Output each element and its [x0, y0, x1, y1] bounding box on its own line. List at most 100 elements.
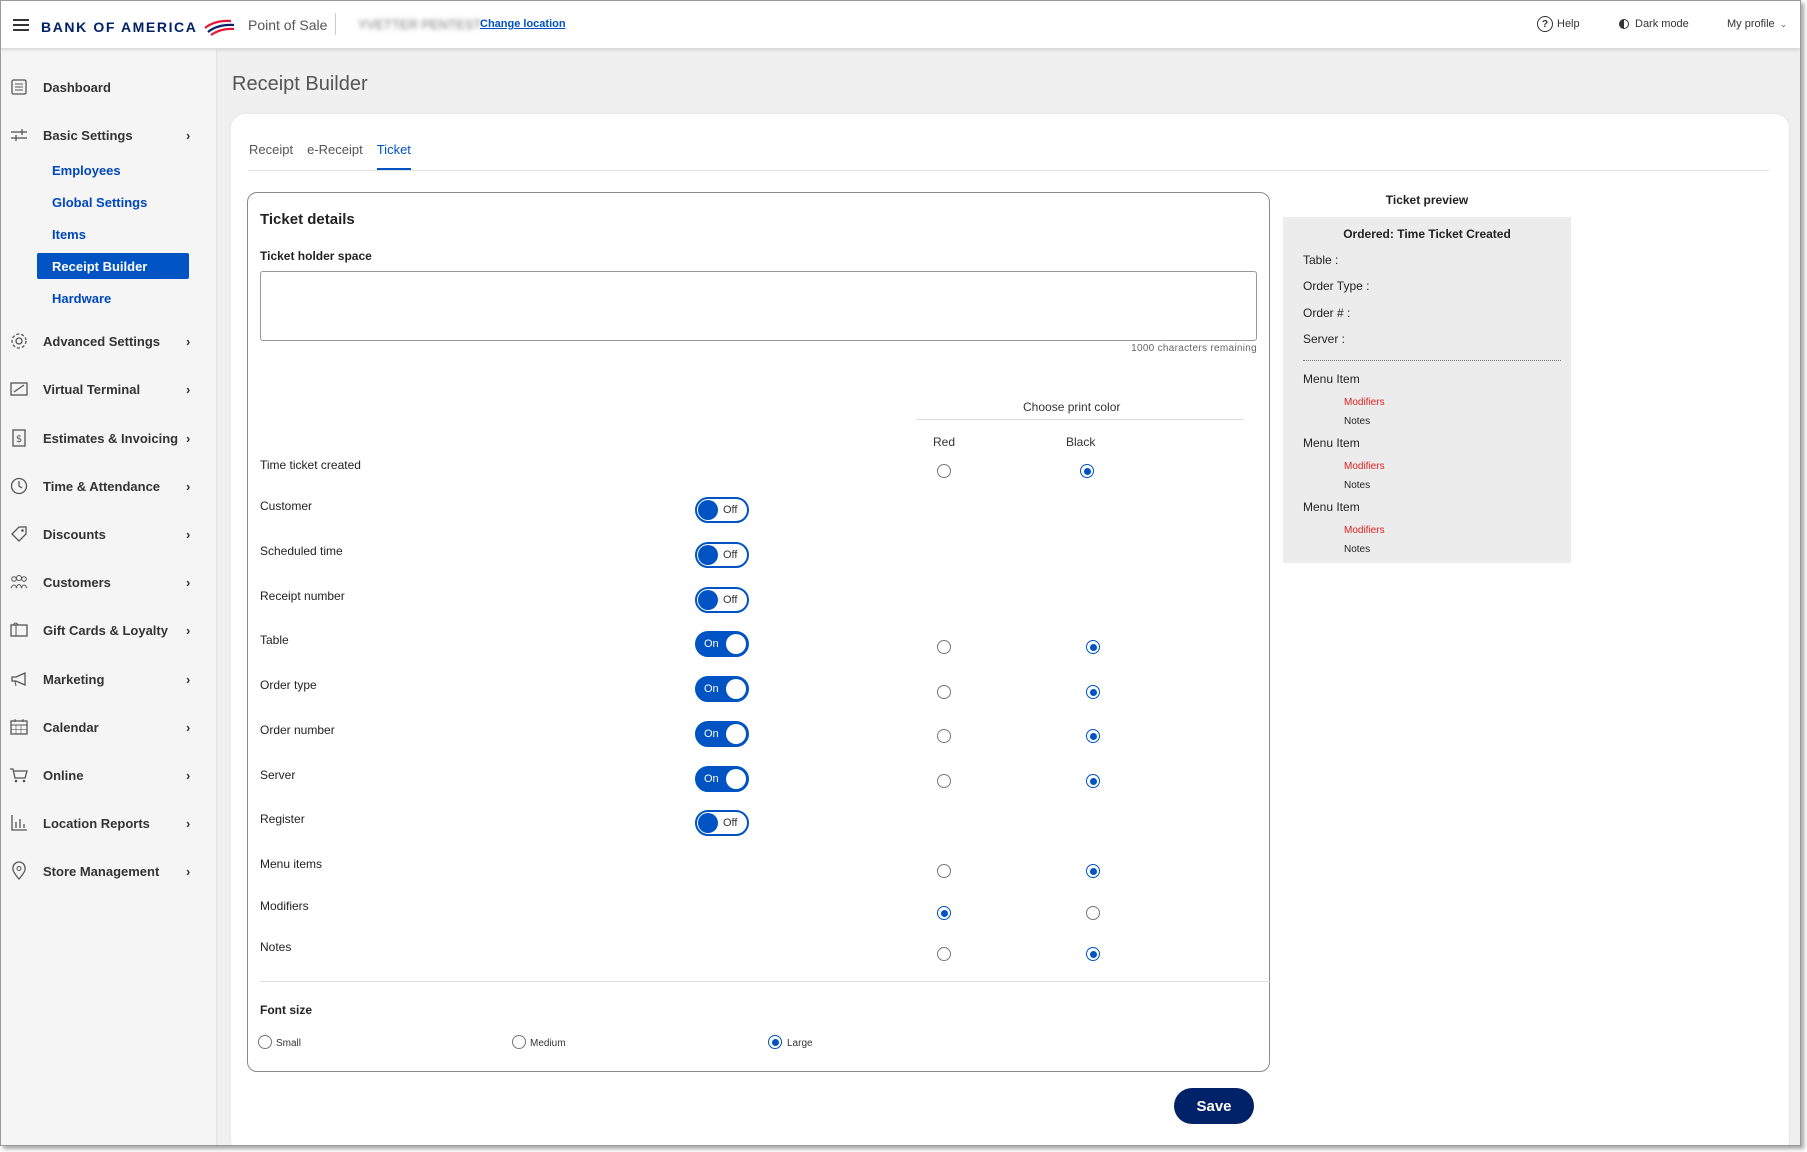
profile-menu[interactable]: My profile ⌄ — [1727, 18, 1787, 30]
tab-bar: Receipt e-Receipt Ticket — [249, 142, 425, 170]
radio-order-number-red[interactable] — [937, 729, 951, 743]
help-button[interactable]: ? Help — [1537, 16, 1580, 32]
sidebar-label: Online — [43, 767, 84, 783]
radio-order-number-black[interactable] — [1086, 729, 1100, 743]
dark-mode-toggle[interactable]: Dark mode — [1619, 18, 1689, 30]
toggle-order-type[interactable]: On — [695, 676, 749, 702]
radio-menu-items-black[interactable] — [1086, 864, 1100, 878]
row-label-modifiers: Modifiers — [260, 899, 309, 913]
sidebar-item-customers[interactable]: Customers › — [1, 564, 217, 600]
radio-font-small[interactable] — [258, 1035, 272, 1049]
font-size-medium-label: Medium — [530, 1038, 566, 1049]
preview-notes: Notes — [1344, 480, 1371, 491]
row-label-server: Server — [260, 768, 296, 782]
sidebar-item-dashboard[interactable]: Dashboard — [1, 69, 217, 105]
chevron-right-icon: › — [186, 333, 191, 349]
row-label-time-ticket-created: Time ticket created — [260, 458, 361, 472]
sidebar-item-virtual-terminal[interactable]: Virtual Terminal › — [1, 371, 217, 407]
sidebar-item-marketing[interactable]: Marketing › — [1, 661, 217, 697]
preview-field-order-number: Order # : — [1303, 306, 1351, 320]
radio-notes-black[interactable] — [1086, 947, 1100, 961]
save-button[interactable]: Save — [1174, 1088, 1254, 1124]
radio-font-medium[interactable] — [512, 1035, 526, 1049]
hamburger-menu-icon[interactable] — [13, 19, 29, 31]
sidebar-item-time-attendance[interactable]: Time & Attendance › — [1, 468, 217, 504]
sidebar-item-store-management[interactable]: Store Management › — [1, 853, 217, 889]
radio-time-ticket-black[interactable] — [1080, 464, 1094, 478]
people-icon — [9, 572, 29, 592]
change-location-link[interactable]: Change location — [480, 18, 566, 30]
radio-modifiers-black[interactable] — [1086, 906, 1100, 920]
clock-icon — [9, 476, 29, 496]
preview-menu-item: Menu Item — [1303, 372, 1360, 386]
tab-e-receipt[interactable]: e-Receipt — [307, 142, 363, 170]
radio-table-black[interactable] — [1086, 640, 1100, 654]
sidebar-item-discounts[interactable]: Discounts › — [1, 516, 217, 552]
help-icon: ? — [1537, 16, 1553, 32]
sidebar-item-location-reports[interactable]: Location Reports › — [1, 805, 217, 841]
sidebar-item-basic-settings[interactable]: Basic Settings › — [1, 117, 217, 153]
radio-time-ticket-red[interactable] — [937, 464, 951, 478]
radio-modifiers-red[interactable] — [937, 906, 951, 920]
dashboard-icon — [9, 77, 29, 97]
preview-field-order-type: Order Type : — [1303, 279, 1370, 293]
radio-notes-red[interactable] — [937, 947, 951, 961]
chevron-right-icon: › — [186, 526, 191, 542]
radio-server-red[interactable] — [937, 774, 951, 788]
preview-header: Ordered: Time Ticket Created — [1343, 227, 1511, 241]
toggle-receipt-number[interactable]: Off — [695, 587, 749, 613]
font-size-small-label: Small — [276, 1038, 302, 1049]
chars-remaining: 1000 characters remaining — [1131, 343, 1257, 354]
toggle-state: On — [704, 638, 719, 650]
sidebar-sub-items[interactable]: Items — [37, 221, 189, 247]
toggle-register[interactable]: Off — [695, 810, 749, 836]
chevron-right-icon: › — [186, 478, 191, 494]
sidebar-sub-employees[interactable]: Employees — [37, 157, 189, 183]
row-label-notes: Notes — [260, 940, 292, 954]
page-title: Receipt Builder — [232, 73, 368, 95]
contrast-icon — [1619, 19, 1629, 29]
brand-logo[interactable]: BANK OF AMERICA — [41, 18, 235, 36]
radio-font-large[interactable] — [768, 1035, 782, 1049]
sidebar-sub-global-settings[interactable]: Global Settings — [37, 189, 189, 215]
dark-mode-label: Dark mode — [1635, 18, 1689, 30]
toggle-customer[interactable]: Off — [695, 497, 749, 523]
toggle-server[interactable]: On — [695, 766, 749, 792]
sidebar-item-online[interactable]: Online › — [1, 757, 217, 793]
preview-dotted-divider — [1303, 360, 1561, 361]
toggle-order-number[interactable]: On — [695, 721, 749, 747]
sidebar-item-advanced-settings[interactable]: Advanced Settings › — [1, 323, 217, 359]
sidebar-label: Virtual Terminal — [43, 381, 141, 397]
ticket-holder-input[interactable] — [260, 271, 1257, 341]
tab-ticket[interactable]: Ticket — [376, 142, 411, 170]
toggle-knob — [698, 545, 718, 565]
tabs-divider — [249, 170, 1769, 171]
toggle-scheduled-time[interactable]: Off — [695, 542, 749, 568]
help-label: Help — [1557, 18, 1580, 30]
sidebar-label: Advanced Settings — [43, 333, 161, 349]
toggle-knob — [726, 724, 746, 744]
ticket-preview-title: Ticket preview — [1385, 193, 1469, 207]
radio-table-red[interactable] — [937, 640, 951, 654]
font-size-divider — [260, 981, 1270, 982]
radio-order-type-black[interactable] — [1086, 685, 1100, 699]
radio-server-black[interactable] — [1086, 774, 1100, 788]
tab-receipt[interactable]: Receipt — [249, 142, 293, 170]
sidebar-item-calendar[interactable]: Calendar › — [1, 709, 217, 745]
sidebar-sub-hardware[interactable]: Hardware — [37, 285, 189, 311]
sidebar-item-gift-cards-loyalty[interactable]: Gift Cards & Loyalty › — [1, 612, 217, 648]
ticket-details-title: Ticket details — [260, 211, 355, 228]
radio-order-type-red[interactable] — [937, 685, 951, 699]
cart-icon — [9, 765, 29, 785]
row-label-order-number: Order number — [260, 723, 335, 737]
sidebar-sub-receipt-builder[interactable]: Receipt Builder — [37, 253, 189, 279]
sidebar-label: Calendar — [43, 719, 99, 735]
profile-label: My profile — [1727, 18, 1775, 30]
tag-icon — [9, 524, 29, 544]
chevron-right-icon: › — [186, 381, 191, 397]
sidebar-item-estimates-invoicing[interactable]: $ Estimates & Invoicing › — [1, 420, 217, 456]
toggle-table[interactable]: On — [695, 631, 749, 657]
radio-menu-items-red[interactable] — [937, 864, 951, 878]
toggle-state: On — [704, 773, 719, 785]
megaphone-icon — [9, 669, 29, 689]
